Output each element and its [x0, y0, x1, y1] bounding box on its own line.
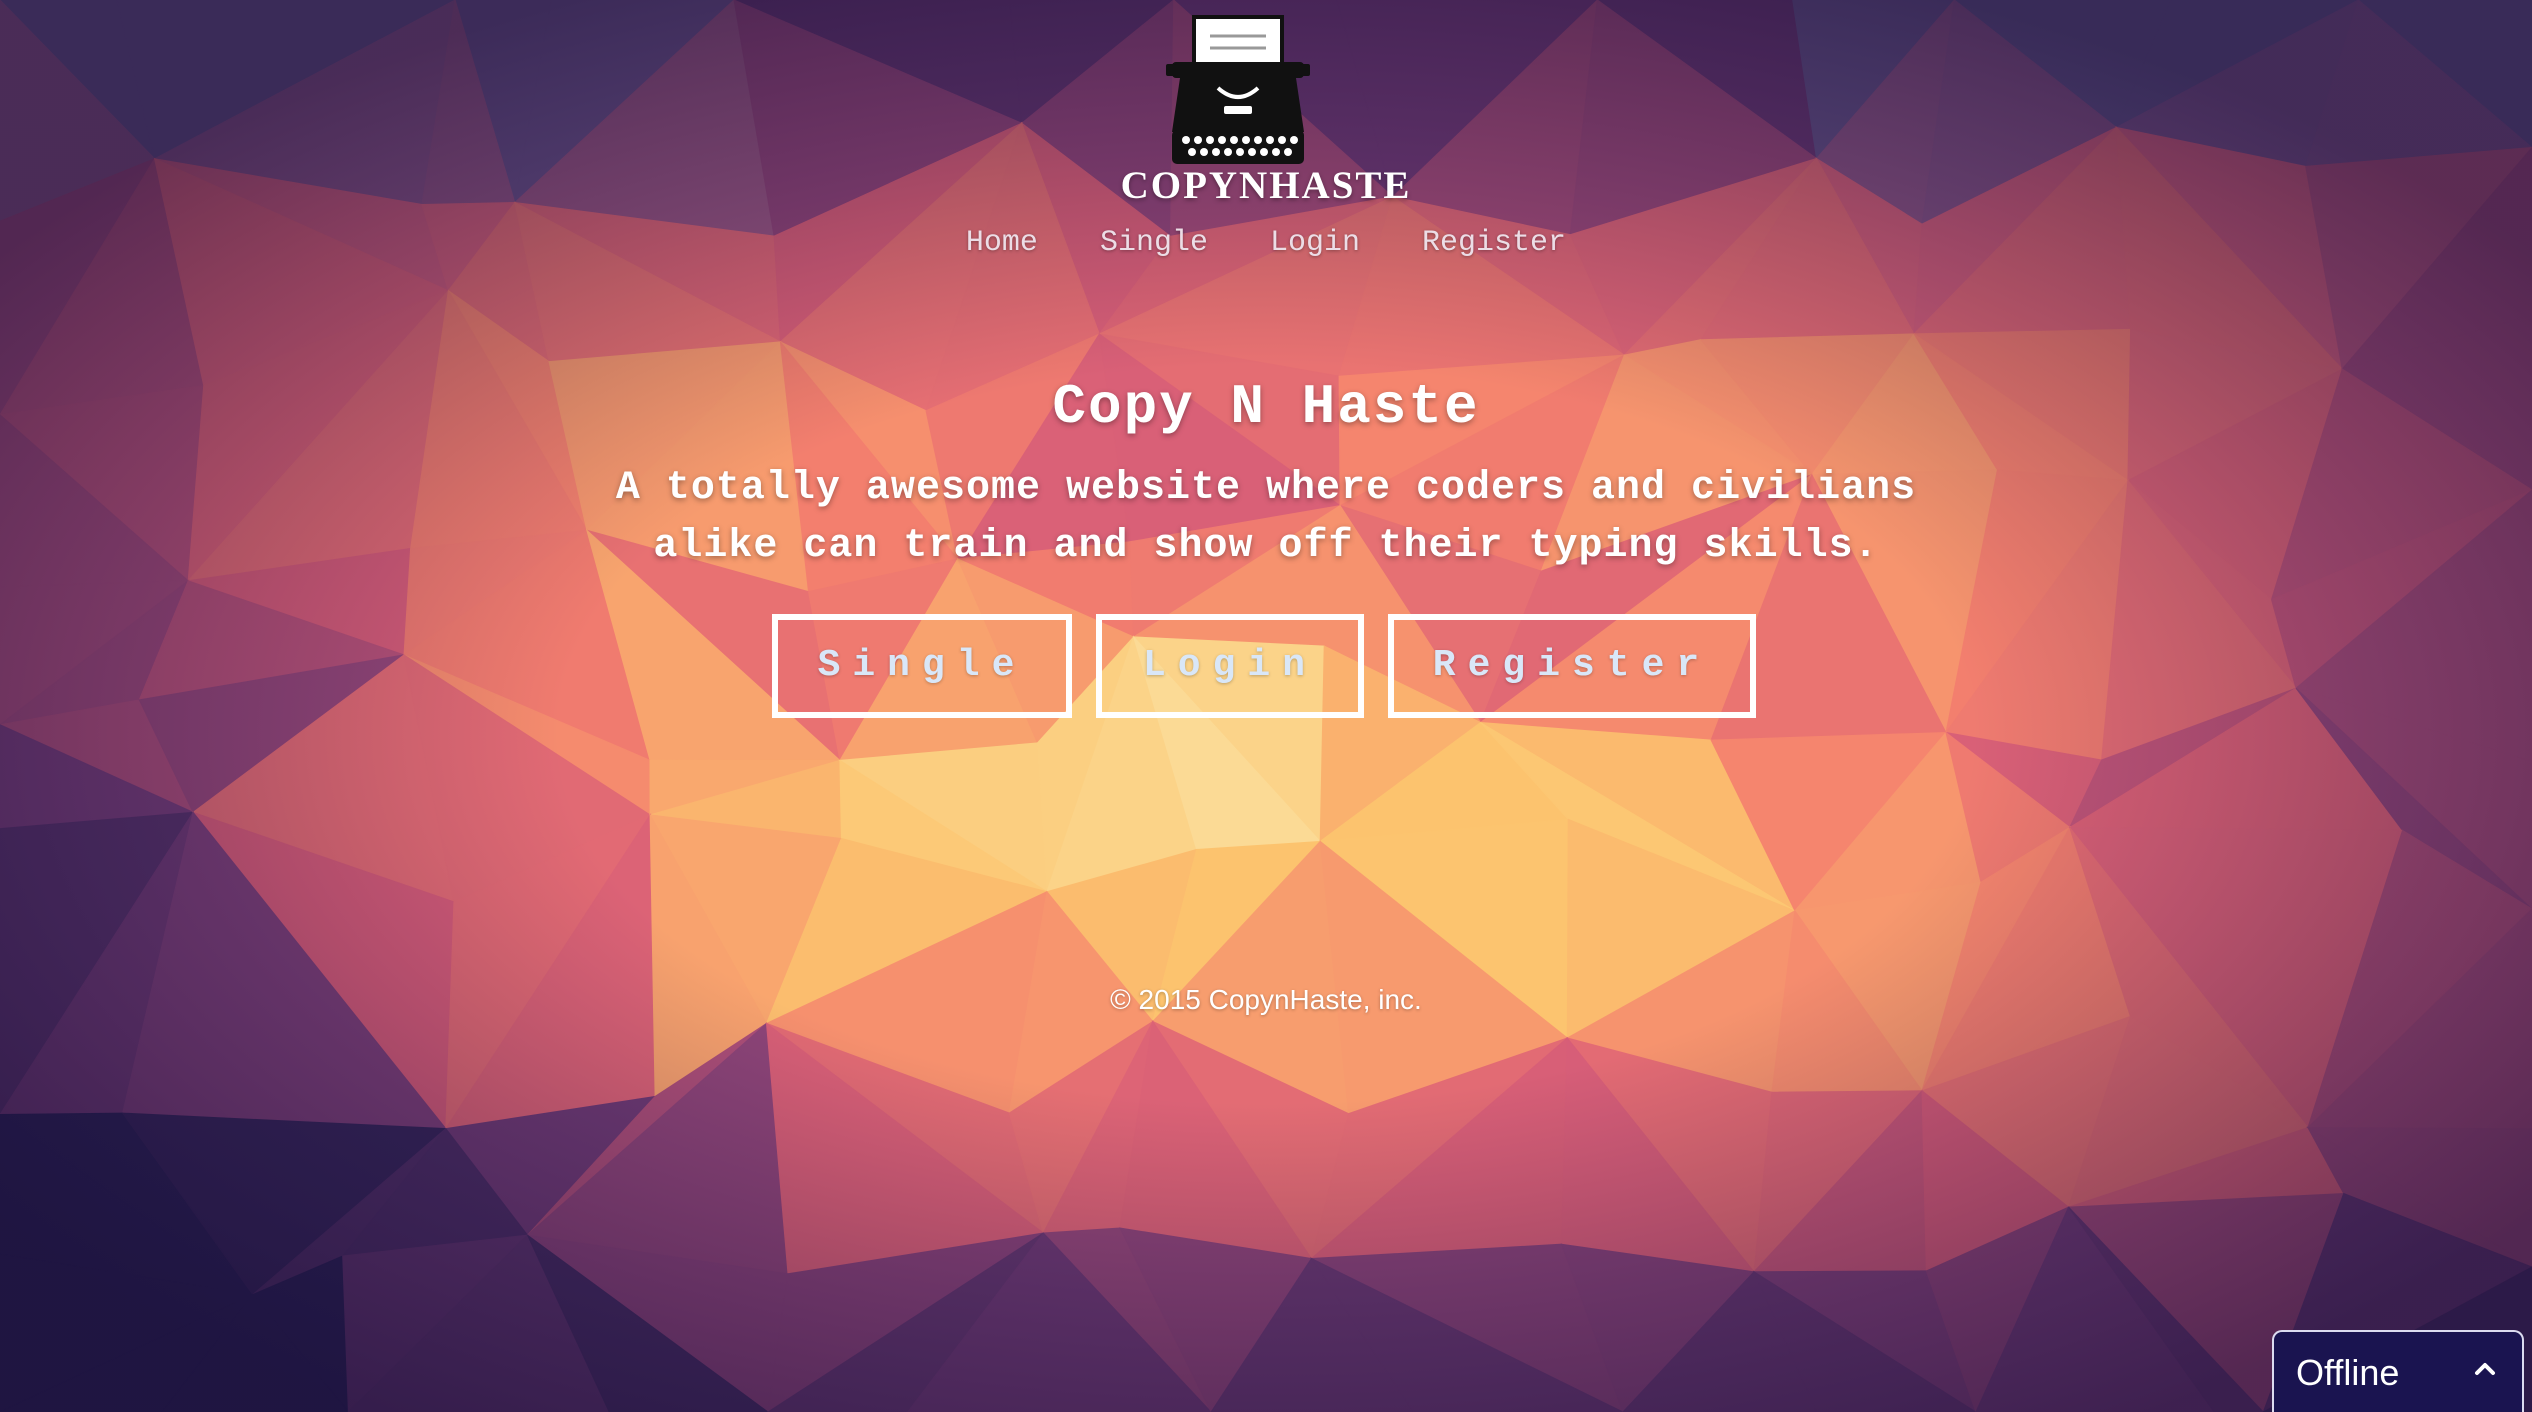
- main-nav: Home Single Login Register: [0, 226, 2532, 260]
- page: COPYNHASTE Home Single Login Register Co…: [0, 0, 2532, 1412]
- hero-subtitle: A totally awesome website where coders a…: [615, 466, 1917, 569]
- chevron-up-icon[interactable]: [2470, 1354, 2500, 1384]
- brand-name[interactable]: COPYNHASTE: [0, 163, 2532, 208]
- chat-widget[interactable]: Offline: [2272, 1330, 2524, 1412]
- nav-home-link[interactable]: Home: [966, 226, 1038, 260]
- footer-copyright: © 2015 CopynHaste, inc.: [1110, 984, 1422, 1015]
- register-button[interactable]: Register: [1388, 614, 1756, 718]
- chat-status-label: Offline: [2296, 1352, 2400, 1393]
- typewriter-icon[interactable]: [1166, 14, 1310, 168]
- nav-single-link[interactable]: Single: [1100, 226, 1208, 260]
- nav-login-link[interactable]: Login: [1270, 226, 1360, 260]
- nav-register-link[interactable]: Register: [1422, 226, 1566, 260]
- single-button[interactable]: Single: [772, 614, 1072, 718]
- login-button[interactable]: Login: [1096, 614, 1364, 718]
- hero-title: Copy N Haste: [1052, 375, 1480, 439]
